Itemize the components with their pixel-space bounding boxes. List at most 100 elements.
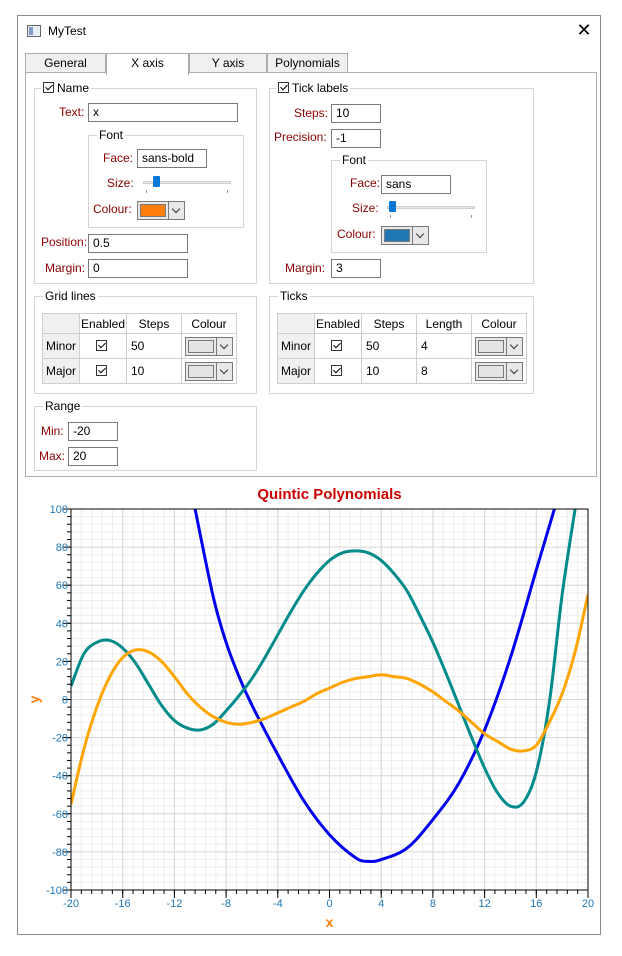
x-tick-label: -20 xyxy=(63,898,79,910)
ticks-minor-enabled-checkbox[interactable] xyxy=(331,340,342,351)
tick-face-input[interactable]: sans xyxy=(381,175,451,194)
y-tick-label: -20 xyxy=(52,733,68,745)
grid-major-enabled-checkbox[interactable] xyxy=(96,365,107,376)
chevron-down-icon[interactable] xyxy=(506,337,522,355)
chevron-down-icon[interactable] xyxy=(216,362,232,380)
ticks-minor-steps[interactable]: 50 xyxy=(361,333,417,359)
x-tick-label: 8 xyxy=(430,898,436,910)
tick-labels-checkbox[interactable]: Tick labels xyxy=(276,81,351,95)
tick-colour-label: Colour: xyxy=(337,227,376,241)
slider-thumb[interactable] xyxy=(152,176,160,187)
ticks-header-steps: Steps xyxy=(361,313,417,334)
name-checkbox-box[interactable] xyxy=(43,82,54,93)
precision-label: Precision: xyxy=(274,130,327,144)
grid-minor-steps[interactable]: 50 xyxy=(126,333,182,359)
name-checkbox-label: Name xyxy=(57,81,90,95)
close-icon[interactable]: ✕ xyxy=(576,21,592,39)
name-font-group: Font Face: sans-bold Size: Colour: xyxy=(88,128,244,228)
tab-y-axis[interactable]: Y axis xyxy=(189,53,267,73)
range-title: Range xyxy=(43,399,83,413)
grid-major-enabled-cell[interactable] xyxy=(79,358,127,384)
ticks-major-enabled-checkbox[interactable] xyxy=(331,365,342,376)
steps-input[interactable]: 10 xyxy=(331,104,381,123)
grid-major-colour-combo[interactable] xyxy=(185,361,233,381)
grid-minor-colour-cell[interactable] xyxy=(181,333,237,359)
name-text-input[interactable]: x xyxy=(88,103,238,122)
range-max-label: Max: xyxy=(39,449,66,463)
ticks-minor-enabled-cell[interactable] xyxy=(314,333,362,359)
chevron-down-icon[interactable] xyxy=(168,202,184,219)
tick-size-slider[interactable] xyxy=(387,201,475,218)
y-tick-label: -40 xyxy=(52,771,68,783)
name-colour-combo[interactable] xyxy=(137,201,185,220)
ticks-major-steps[interactable]: 10 xyxy=(361,358,417,384)
ticks-major-colour-combo[interactable] xyxy=(475,361,523,381)
grid-row-minor-label: Minor xyxy=(42,333,80,359)
grid-header-colour: Colour xyxy=(181,313,237,334)
colour-swatch xyxy=(478,339,504,353)
ticks-group: Ticks Enabled Steps Length Colour Minor … xyxy=(269,289,534,394)
name-checkbox[interactable]: Name xyxy=(41,81,92,95)
table-corner xyxy=(42,313,80,334)
table-row: Major 10 xyxy=(42,358,237,384)
name-face-label: Face: xyxy=(103,151,134,165)
window-title: MyTest xyxy=(48,24,87,38)
y-tick-label: -80 xyxy=(52,847,68,859)
chevron-down-icon[interactable] xyxy=(216,337,232,355)
tab-x-axis[interactable]: X axis xyxy=(106,53,189,75)
y-axis-label: y xyxy=(26,695,42,703)
x-axis-label: x xyxy=(326,914,334,930)
series-line-1 xyxy=(71,509,577,809)
tick-margin-input[interactable]: 3 xyxy=(331,259,381,278)
x-tick-label: 4 xyxy=(378,898,384,910)
table-row: Minor 50 4 xyxy=(277,333,527,359)
range-min-input[interactable]: -20 xyxy=(68,422,118,441)
x-tick-label: 0 xyxy=(326,898,332,910)
chevron-down-icon[interactable] xyxy=(506,362,522,380)
name-face-input[interactable]: sans-bold xyxy=(137,149,207,168)
y-tick-label: -100 xyxy=(46,885,68,897)
slider-tick xyxy=(390,215,391,218)
ticks-minor-length[interactable]: 4 xyxy=(416,333,472,359)
grid-minor-enabled-checkbox[interactable] xyxy=(96,340,107,351)
grid-major-colour-cell[interactable] xyxy=(181,358,237,384)
x-tick-label: 12 xyxy=(478,898,490,910)
grid-major-steps[interactable]: 10 xyxy=(126,358,182,384)
tick-labels-checkbox-box[interactable] xyxy=(278,82,289,93)
polynomial-chart: -20 -16 -12 -8 -4 0 4 8 12 16 20-100-80-60-40-2002… xyxy=(26,486,594,930)
name-font-title: Font xyxy=(97,128,126,142)
steps-label: Steps: xyxy=(294,106,329,120)
tab-general[interactable]: General xyxy=(25,53,106,73)
colour-swatch xyxy=(188,364,214,378)
slider-thumb[interactable] xyxy=(388,201,396,212)
ticks-title: Ticks xyxy=(278,289,310,303)
colour-swatch xyxy=(384,229,410,242)
slider-tick xyxy=(227,190,228,193)
x-tick-label: -16 xyxy=(115,898,131,910)
ticks-minor-colour-cell[interactable] xyxy=(471,333,527,359)
ticks-table: Enabled Steps Length Colour Minor 50 4 M… xyxy=(277,313,527,384)
ticks-major-length[interactable]: 8 xyxy=(416,358,472,384)
grid-minor-enabled-cell[interactable] xyxy=(79,333,127,359)
y-tick-label: -60 xyxy=(52,809,68,821)
chevron-down-icon[interactable] xyxy=(412,227,428,244)
name-text-label: Text: xyxy=(59,105,85,119)
ticks-major-enabled-cell[interactable] xyxy=(314,358,362,384)
name-margin-input[interactable]: 0 xyxy=(88,259,188,278)
tab-polynomials[interactable]: Polynomials xyxy=(267,53,348,73)
precision-input[interactable]: -1 xyxy=(331,129,381,148)
grid-minor-colour-combo[interactable] xyxy=(185,336,233,356)
tick-colour-combo[interactable] xyxy=(381,226,429,245)
x-tick-label: -12 xyxy=(166,898,182,910)
name-size-slider[interactable] xyxy=(143,176,231,193)
ticks-minor-colour-combo[interactable] xyxy=(475,336,523,356)
name-position-input[interactable]: 0.5 xyxy=(88,234,188,253)
title-bar: MyTest ✕ xyxy=(18,16,600,48)
tick-labels-checkbox-label: Tick labels xyxy=(292,81,349,95)
x-tick-label: -4 xyxy=(273,898,283,910)
ticks-row-minor-label: Minor xyxy=(277,333,315,359)
range-max-input[interactable]: 20 xyxy=(68,447,118,466)
tick-font-title: Font xyxy=(340,153,369,167)
ticks-major-colour-cell[interactable] xyxy=(471,358,527,384)
x-tick-label: 16 xyxy=(530,898,542,910)
